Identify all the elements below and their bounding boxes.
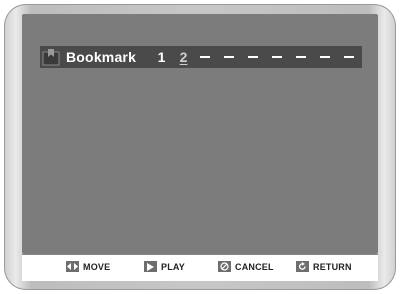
play-icon [144, 261, 157, 272]
bookmark-title: Bookmark [66, 49, 137, 65]
bookmark-empty-slot[interactable] [344, 56, 355, 58]
bookmark-empty-slot[interactable] [320, 56, 331, 58]
cancel-label: CANCEL [235, 261, 274, 272]
button-guide-footer: MOVE PLAY CANCEL RETURN [22, 254, 378, 281]
bookmark-bar: Bookmark 1 2 [40, 46, 362, 68]
bookmark-icon [42, 47, 60, 67]
return-icon [296, 261, 309, 272]
bookmark-empty-slot[interactable] [224, 56, 235, 58]
play-label: PLAY [161, 261, 185, 272]
bookmark-slot-2[interactable]: 2 [178, 49, 189, 65]
bookmark-empty-slot[interactable] [272, 56, 283, 58]
bookmark-empty-slot[interactable] [248, 56, 259, 58]
cancel-hint[interactable]: CANCEL [218, 261, 274, 272]
move-label: MOVE [83, 261, 111, 272]
return-label: RETURN [313, 261, 352, 272]
bookmark-empty-slot[interactable] [200, 56, 211, 58]
bookmark-slot-1[interactable]: 1 [156, 49, 167, 65]
bookmark-empty-slot[interactable] [296, 56, 307, 58]
left-right-arrows-icon [66, 261, 79, 272]
return-hint[interactable]: RETURN [296, 261, 352, 272]
cancel-icon [218, 261, 231, 272]
play-hint[interactable]: PLAY [144, 261, 185, 272]
osd-screen: Bookmark 1 2 [22, 14, 378, 254]
move-hint[interactable]: MOVE [66, 261, 110, 272]
bookmark-slots: 1 2 [156, 49, 368, 65]
